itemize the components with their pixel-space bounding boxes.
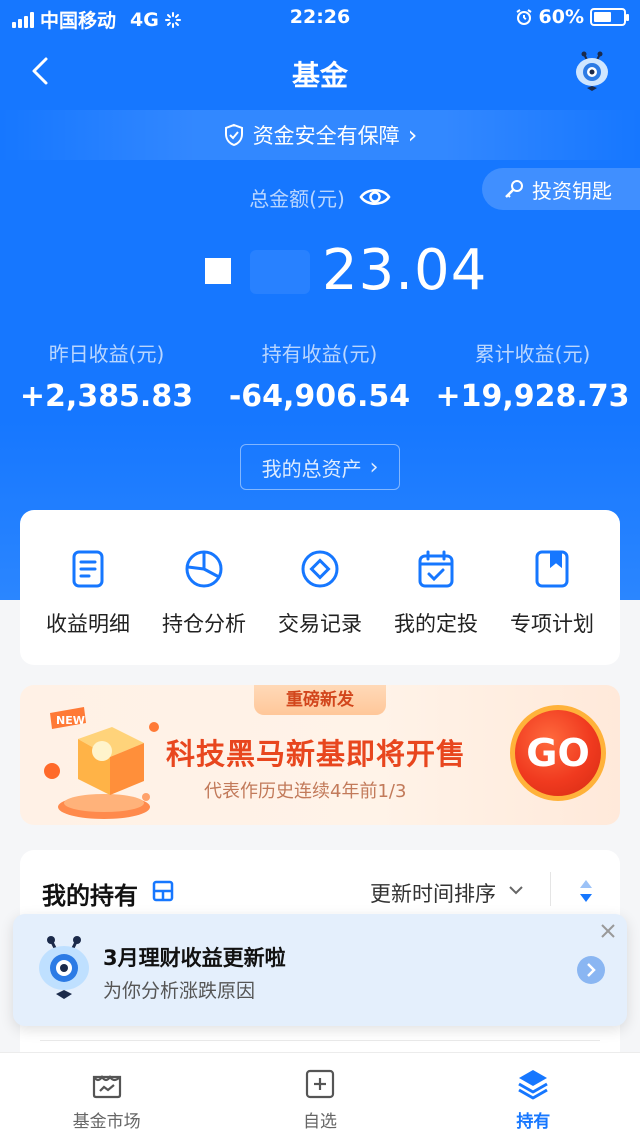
tab-watchlist[interactable]: 自选 xyxy=(213,1053,426,1138)
redacted-digits xyxy=(205,258,231,284)
close-icon[interactable] xyxy=(599,922,617,940)
quick-action-position-analysis[interactable]: 持仓分析 xyxy=(146,510,262,665)
status-right: 60% xyxy=(515,6,629,28)
quick-action-label: 我的定投 xyxy=(394,612,478,636)
promo-title: 科技黑马新基即将开售 xyxy=(166,737,467,771)
tab-label: 基金市场 xyxy=(72,1112,141,1132)
quick-action-transactions[interactable]: 交易记录 xyxy=(262,510,378,665)
notification-subtitle: 为你分析涨跌原因 xyxy=(103,980,256,1002)
battery-percent: 60% xyxy=(538,6,584,28)
invest-key-button[interactable]: 投资钥匙 xyxy=(482,168,640,210)
tab-label: 自选 xyxy=(302,1112,337,1132)
calendar-check-icon xyxy=(418,550,454,588)
eye-icon[interactable] xyxy=(359,186,391,208)
total-amount-row: 23.04 xyxy=(0,236,640,308)
mascot-icon xyxy=(39,936,89,999)
diamond-circle-icon xyxy=(301,550,339,588)
grid-icon[interactable] xyxy=(152,880,174,902)
sort-dropdown[interactable]: 更新时间排序 xyxy=(370,878,496,908)
quick-action-label: 交易记录 xyxy=(278,612,362,636)
total-amount: 23.04 xyxy=(322,238,488,303)
update-notification[interactable]: 3月理财收益更新啦 为你分析涨跌原因 xyxy=(13,914,627,1026)
stat-yesterday[interactable]: 昨日收益(元) +2,385.83 xyxy=(0,338,213,414)
pie-chart-icon xyxy=(185,550,223,588)
total-assets-label: 我的总资产 xyxy=(261,456,362,481)
stat-label: 昨日收益(元) xyxy=(48,342,165,366)
layers-icon xyxy=(518,1070,549,1100)
alarm-icon xyxy=(515,9,532,25)
stat-holding[interactable]: 持有收益(元) -64,906.54 xyxy=(213,338,426,414)
earnings-stats: 昨日收益(元) +2,385.83 持有收益(元) -64,906.54 累计收… xyxy=(0,338,640,428)
quick-action-label: 持仓分析 xyxy=(162,612,246,636)
promo-tag: 重磅新发 xyxy=(254,685,386,715)
tab-label: 持有 xyxy=(516,1112,551,1132)
chevron-right-icon[interactable] xyxy=(577,956,605,984)
tab-fund-market[interactable]: 基金市场 xyxy=(0,1053,213,1138)
tab-holdings[interactable]: 持有 xyxy=(427,1053,640,1138)
go-button[interactable]: GO xyxy=(510,705,606,801)
shield-check-icon xyxy=(224,123,243,147)
sort-toggle-icon[interactable] xyxy=(578,878,594,904)
market-icon xyxy=(92,1075,121,1099)
document-icon xyxy=(72,550,104,588)
security-banner[interactable]: 资金安全有保障 › xyxy=(0,110,640,160)
quick-action-label: 专项计划 xyxy=(510,612,594,636)
stat-value: +2,385.83 xyxy=(19,379,194,414)
promo-cube-illustration: NEW xyxy=(44,707,159,819)
redacted-blur xyxy=(250,250,310,294)
chevron-down-icon xyxy=(509,886,523,895)
bottom-tab-bar: 基金市场 自选 持有 xyxy=(0,1052,640,1138)
quick-action-label: 收益明细 xyxy=(46,612,130,636)
quick-action-earnings-detail[interactable]: 收益明细 xyxy=(30,510,146,665)
status-bar: 中国移动 4G 22:26 60% xyxy=(0,0,640,38)
nav-bar: 基金 xyxy=(0,44,640,100)
stat-label: 持有收益(元) xyxy=(261,342,378,366)
notification-title: 3月理财收益更新啦 xyxy=(103,946,286,970)
total-label: 总金额(元) xyxy=(249,186,345,211)
promo-subtitle: 代表作历史连续4年前1/3 xyxy=(204,781,407,802)
stat-value: +19,928.73 xyxy=(435,379,630,414)
battery-icon xyxy=(590,8,629,26)
quick-actions-card: 收益明细 持仓分析 交易记录 我的定投 专项计划 xyxy=(20,510,620,665)
holdings-title: 我的持有 xyxy=(42,882,138,910)
security-label: 资金安全有保障 xyxy=(252,124,400,148)
page-title: 基金 xyxy=(291,59,348,92)
total-assets-button[interactable]: 我的总资产 › xyxy=(240,444,400,490)
invest-key-label: 投资钥匙 xyxy=(532,178,612,203)
add-favorite-icon xyxy=(305,1069,335,1099)
quick-action-auto-invest[interactable]: 我的定投 xyxy=(378,510,494,665)
stat-value: -64,906.54 xyxy=(228,379,411,414)
promo-new-badge: NEW xyxy=(56,714,85,727)
bookmark-icon xyxy=(535,550,569,588)
chevron-right-icon: › xyxy=(407,121,418,149)
stat-cumulative[interactable]: 累计收益(元) +19,928.73 xyxy=(426,338,639,414)
battery-fill xyxy=(594,12,611,22)
stat-label: 累计收益(元) xyxy=(474,342,591,366)
divider xyxy=(550,872,551,906)
quick-action-special-plan[interactable]: 专项计划 xyxy=(494,510,610,665)
mascot-icon[interactable] xyxy=(572,50,612,94)
key-icon xyxy=(505,180,523,198)
promo-banner[interactable]: 重磅新发 NEW 科技黑马新基即将开售 代表作历史连续4年前1/3 GO xyxy=(20,685,620,825)
list-divider xyxy=(40,1040,600,1041)
chevron-right-icon: › xyxy=(369,454,379,480)
